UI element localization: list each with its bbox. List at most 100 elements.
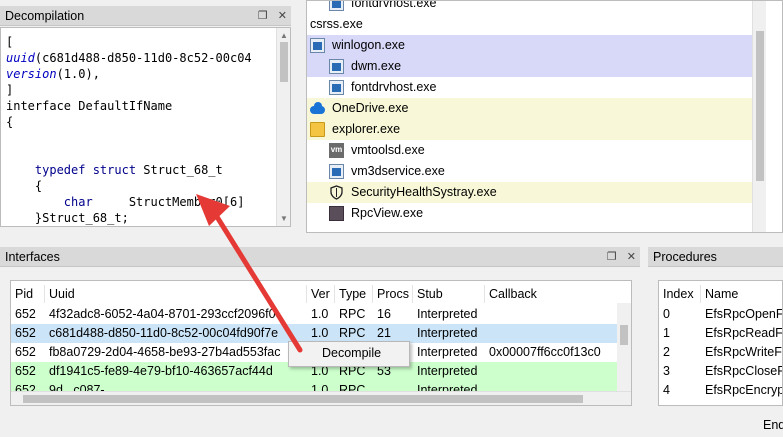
interfaces-header: Interfaces ❐ ✕ <box>0 247 640 267</box>
process-name: dwm.exe <box>351 59 402 73</box>
interfaces-vscrollbar[interactable] <box>617 303 631 393</box>
cell-name: EfsRpcWriteFi <box>705 345 783 359</box>
process-tree-scrollbar[interactable] <box>752 1 766 232</box>
tree-item[interactable]: csrss.exe <box>307 14 753 35</box>
cell-uuid: 4f32adc8-6052-4a04-8701-293ccf2096f0 <box>49 307 276 321</box>
decompilation-code-view[interactable]: [uuid(c681d488-d850-11d0-8c52-00c04 versi… <box>0 27 291 227</box>
context-menu: Decompile <box>288 341 410 367</box>
tree-item[interactable]: RpcView.exe <box>307 203 753 224</box>
decompilation-title: Decompilation <box>5 9 85 23</box>
scroll-thumb[interactable] <box>756 31 764 181</box>
process-name: OneDrive.exe <box>332 101 409 115</box>
column-header-index[interactable]: Index <box>659 285 701 303</box>
tree-item[interactable]: explorer.exe <box>307 119 753 140</box>
cell-type: RPC <box>339 307 366 321</box>
code-token: typedef struct <box>6 163 137 177</box>
code-line: char StructMember0[6] <box>6 194 245 210</box>
table-row[interactable]: 3 EfsRpcCloseR <box>659 362 782 381</box>
code-token: Struct_68_t <box>136 163 223 177</box>
column-header-uuid[interactable]: Uuid <box>45 285 307 303</box>
tree-item[interactable]: SecurityHealthSystray.exe <box>307 182 753 203</box>
process-name: SecurityHealthSystray.exe <box>351 185 497 199</box>
tree-item[interactable]: vm vmtoolsd.exe <box>307 140 753 161</box>
code-line: [ <box>6 34 13 50</box>
code-line: version(1.0), <box>6 66 100 82</box>
process-name: vmtoolsd.exe <box>351 143 425 157</box>
process-name: winlogon.exe <box>332 38 405 52</box>
procedures-table[interactable]: Index Name 0 EfsRpcOpenFi 1 EfsRpcReadFi 2 Efs… <box>658 280 783 406</box>
code-token: (1.0), <box>56 67 100 81</box>
cell-index: 1 <box>663 326 670 340</box>
column-header-callback[interactable]: Callback <box>485 285 631 303</box>
table-row[interactable]: 652 4f32adc8-6052-4a04-8701-293ccf2096f0 1… <box>11 305 617 324</box>
scroll-down-icon[interactable]: ▼ <box>280 214 288 223</box>
tree-item[interactable]: winlogon.exe <box>307 35 753 56</box>
cell-name: EfsRpcEncrypt <box>705 383 783 397</box>
table-row[interactable]: 4 EfsRpcEncrypt <box>659 381 783 400</box>
cell-pid: 652 <box>15 326 36 340</box>
restore-icon[interactable]: ❐ <box>607 247 617 267</box>
scroll-thumb[interactable] <box>280 42 288 82</box>
restore-icon[interactable]: ❐ <box>258 6 268 26</box>
column-header-ver[interactable]: Ver <box>307 285 335 303</box>
procedures-pane: Index Name 0 EfsRpcOpenFi 1 EfsRpcReadFi 2 Efs… <box>648 268 783 437</box>
cell-stub: Interpreted <box>417 364 478 378</box>
tree-item[interactable]: vm3dservice.exe <box>307 161 753 182</box>
decompilation-header: Decompilation ❐ ✕ <box>0 6 291 26</box>
code-line: interface DefaultIfName <box>6 98 172 114</box>
process-name: fontdrvhost.exe <box>351 80 437 94</box>
code-token: [ <box>6 35 14 49</box>
process-tree[interactable]: fontdrvhost.exe csrss.exe winlogon.exe dwm.… <box>306 0 783 233</box>
interfaces-hscrollbar[interactable] <box>11 391 631 405</box>
window-icon <box>329 164 344 179</box>
tree-item[interactable]: fontdrvhost.exe <box>307 1 753 14</box>
code-line: ] <box>6 82 13 98</box>
cell-ver: 1.0 <box>311 307 329 321</box>
column-header-stub[interactable]: Stub <box>413 285 485 303</box>
cell-pid: 652 <box>15 345 36 359</box>
tree-item[interactable]: OneDrive.exe <box>307 98 753 119</box>
scroll-thumb[interactable] <box>23 395 583 403</box>
cell-stub: Interpreted <box>417 307 478 321</box>
window-icon <box>329 1 344 11</box>
process-name: explorer.exe <box>332 122 401 136</box>
code-token: }Struct_68_t; <box>6 211 129 225</box>
cell-index: 4 <box>663 383 670 397</box>
procedures-title: Procedures <box>653 250 717 264</box>
cell-stub: Interpreted <box>417 345 478 359</box>
table-row[interactable]: 1 EfsRpcReadFi <box>659 324 782 343</box>
column-header-procs[interactable]: Procs <box>373 285 413 303</box>
column-header-pid[interactable]: Pid <box>11 285 45 303</box>
decompilation-scrollbar[interactable]: ▲ ▼ <box>276 28 290 226</box>
tree-item[interactable]: dwm.exe <box>307 56 753 77</box>
close-icon[interactable]: ✕ <box>278 6 287 26</box>
code-line: }Struct_68_t; <box>6 210 129 226</box>
code-token: version <box>6 67 57 81</box>
code-line: { <box>6 114 13 130</box>
code-token: { <box>6 179 43 193</box>
code-token: uuid <box>6 51 35 65</box>
cell-pid: 652 <box>15 307 36 321</box>
scroll-up-icon[interactable]: ▲ <box>280 31 288 40</box>
process-name: csrss.exe <box>310 17 363 31</box>
column-header-name[interactable]: Name <box>701 285 782 303</box>
decompile-menu-item[interactable]: Decompile <box>322 346 381 360</box>
vm-icon: vm <box>329 143 344 158</box>
close-icon[interactable]: ✕ <box>627 247 636 267</box>
procedures-header: Procedures <box>648 247 783 267</box>
code-token: interface DefaultIfName <box>6 99 173 113</box>
table-row[interactable]: 2 EfsRpcWriteFi <box>659 343 783 362</box>
tree-item[interactable]: fontdrvhost.exe <box>307 77 753 98</box>
interfaces-title: Interfaces <box>5 250 60 264</box>
rpc-icon <box>329 206 344 221</box>
table-row[interactable]: 0 EfsRpcOpenFi <box>659 305 783 324</box>
cell-name: EfsRpcOpenFi <box>705 307 783 321</box>
code-line: uuid(c681d488-d850-11d0-8c52-00c04 <box>6 50 252 66</box>
scroll-thumb[interactable] <box>620 325 628 345</box>
code-line: typedef struct Struct_68_t <box>6 162 223 178</box>
code-token: (c681d488-d850-11d0-8c52-00c04 <box>34 51 252 65</box>
cell-uuid: fb8a0729-2d04-4658-be93-27b4ad553fac <box>49 345 281 359</box>
window-icon <box>310 38 325 53</box>
column-header-type[interactable]: Type <box>335 285 373 303</box>
cell-callback: 0x00007ff6cc0f13c0 <box>489 345 601 359</box>
